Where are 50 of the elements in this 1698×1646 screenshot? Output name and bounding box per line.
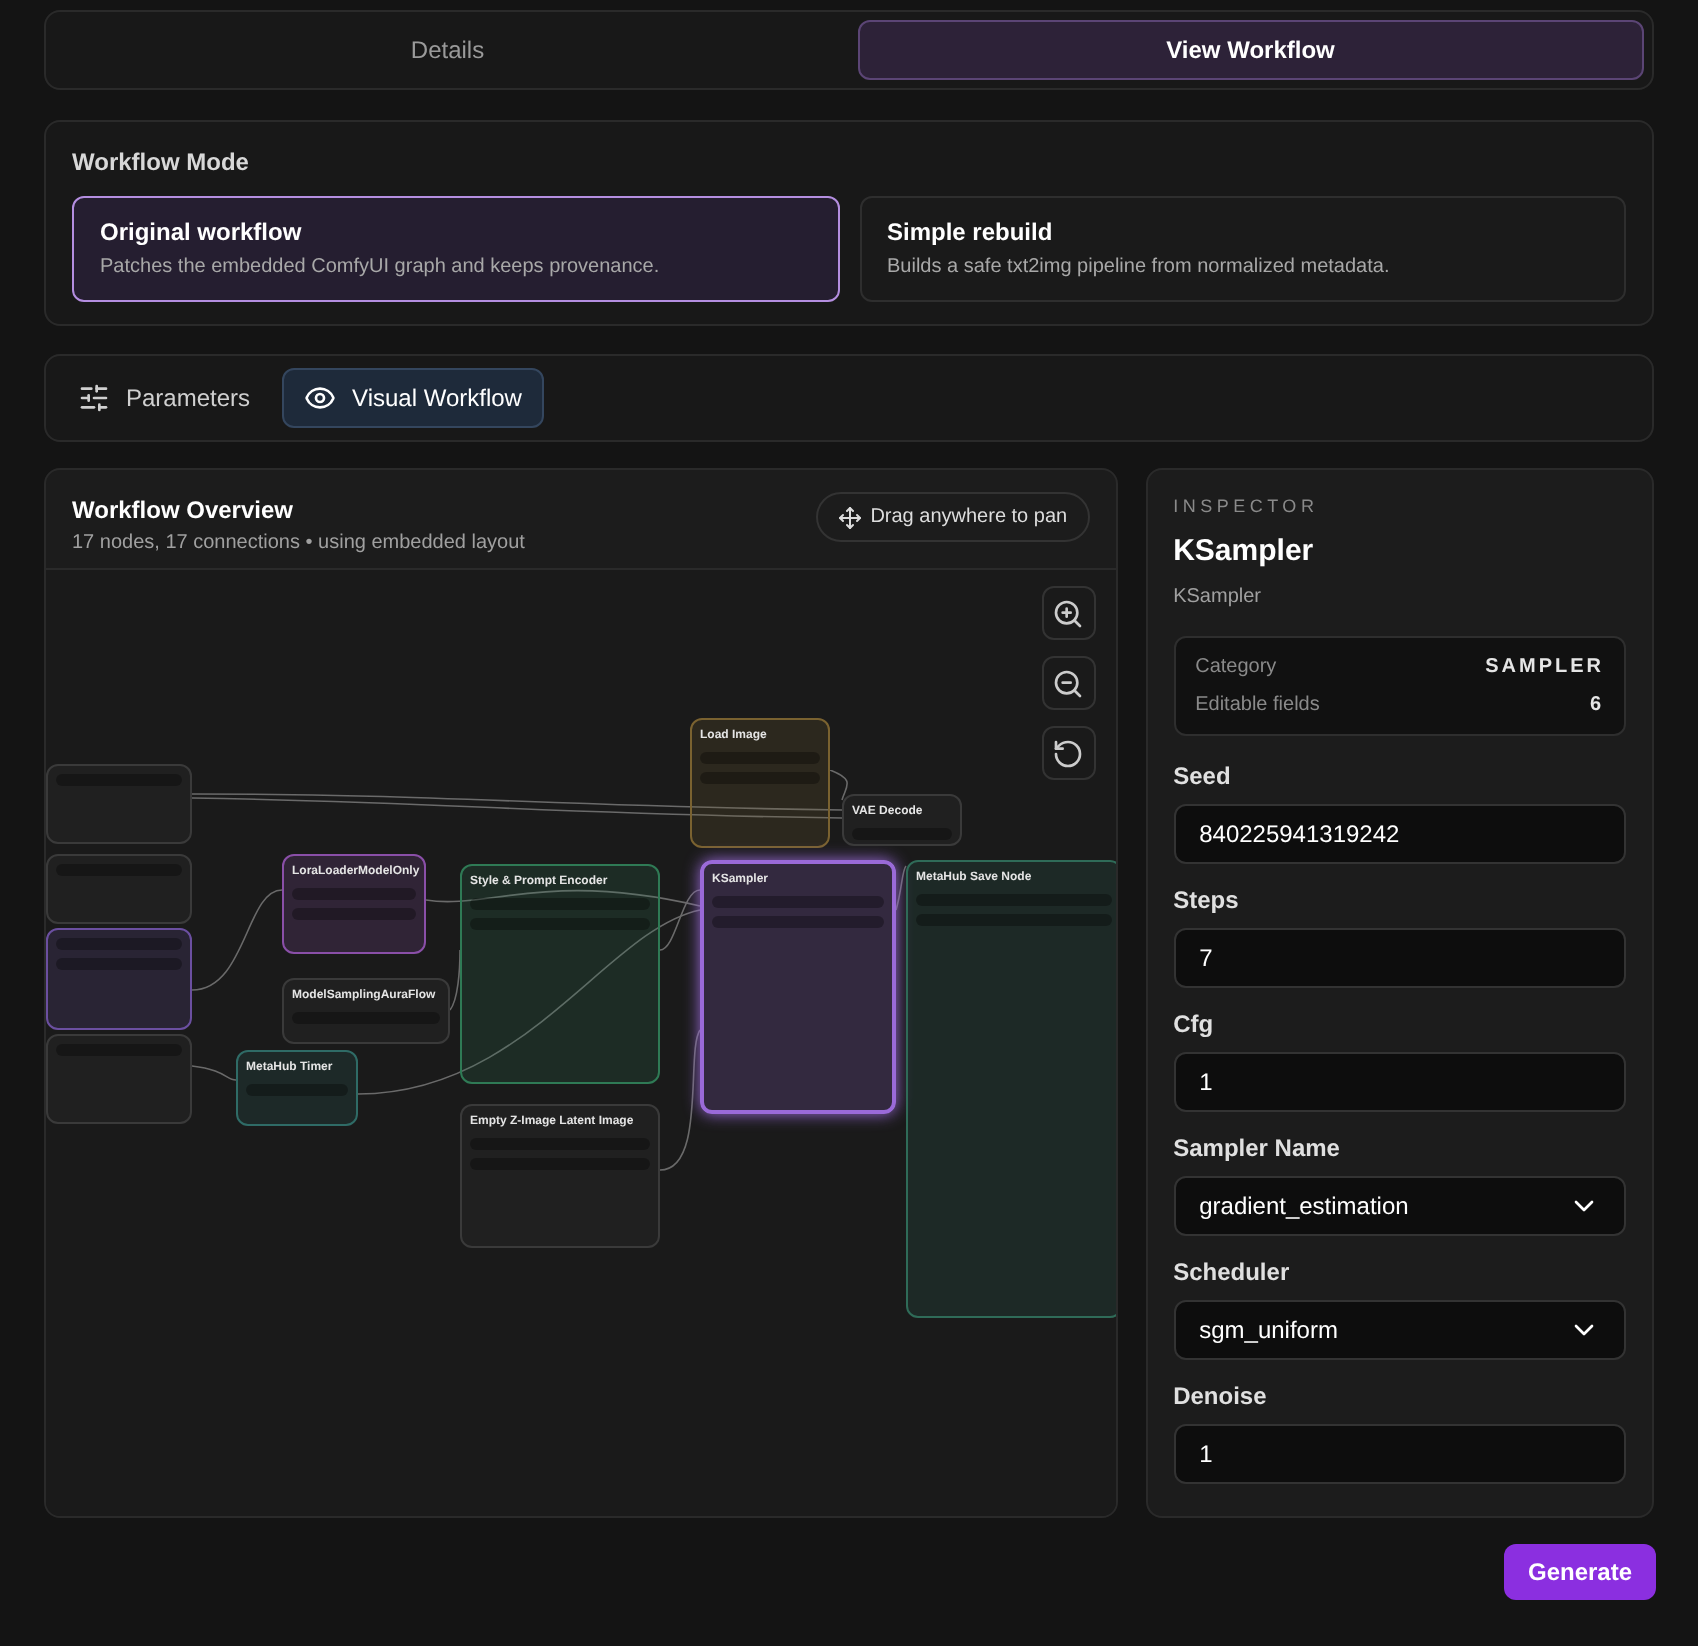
select-field[interactable]: gradient_estimation bbox=[1173, 1176, 1626, 1236]
input-field[interactable]: 1 bbox=[1173, 1424, 1626, 1484]
summary-value: 6 bbox=[1589, 692, 1604, 720]
option-description: Patches the embedded ComfyUI graph and keeps provenance. bbox=[100, 254, 662, 280]
inspector-title: KSampler bbox=[1173, 531, 1316, 571]
panel-title: Workflow Overview bbox=[72, 494, 295, 528]
input-field[interactable]: 1 bbox=[1173, 1052, 1626, 1112]
inspector-eyebrow: INSPECTOR bbox=[1173, 494, 1321, 520]
input-field[interactable]: 840225941319242 bbox=[1173, 804, 1626, 864]
zoom-out-button[interactable] bbox=[1041, 656, 1096, 710]
zoom-out-icon bbox=[1052, 667, 1085, 699]
mode-option[interactable]: Original workflow Patches the embedded ComfyUI graph and keeps provenance. bbox=[72, 196, 839, 302]
section-title: Workflow Mode bbox=[72, 148, 251, 178]
panel-subtitle: 17 nodes, 17 connections • using embedded layout bbox=[72, 530, 525, 558]
eye-icon bbox=[304, 382, 337, 414]
option-title: Simple rebuild bbox=[887, 218, 1055, 248]
input-field[interactable]: 7 bbox=[1173, 928, 1626, 988]
move-icon bbox=[838, 505, 863, 529]
field-label: Cfg bbox=[1173, 1008, 1216, 1040]
workflow-node[interactable] bbox=[46, 928, 192, 1030]
pan-hint-button[interactable]: Drag anywhere to pan bbox=[816, 492, 1090, 542]
summary-value: SAMPLER bbox=[1485, 654, 1604, 682]
sub-tab[interactable]: Visual Workflow bbox=[282, 368, 544, 428]
field-label: Seed bbox=[1173, 760, 1233, 792]
zoom-in-icon bbox=[1052, 597, 1085, 629]
field-label: Denoise bbox=[1173, 1380, 1269, 1412]
reset-icon bbox=[1052, 737, 1085, 769]
inspector-subtitle: KSampler bbox=[1173, 584, 1263, 612]
field-label: Steps bbox=[1173, 884, 1241, 916]
connector-line bbox=[895, 865, 907, 911]
mode-option[interactable]: Simple rebuild Builds a safe txt2img pipeline from normalized metadata. bbox=[859, 196, 1626, 302]
sliders-icon bbox=[78, 382, 110, 414]
view-tab[interactable]: Details bbox=[54, 20, 841, 80]
summary-label: Editable fields bbox=[1195, 692, 1320, 720]
sub-tab[interactable]: Parameters bbox=[58, 368, 271, 428]
view-tab[interactable]: View Workflow bbox=[857, 20, 1644, 80]
zoom-in-button[interactable] bbox=[1041, 586, 1096, 640]
connector-line bbox=[192, 889, 283, 991]
reset-view-button[interactable] bbox=[1041, 726, 1096, 780]
option-description: Builds a safe txt2img pipeline from normalized metadata. bbox=[887, 254, 1392, 280]
field-label: Scheduler bbox=[1173, 1256, 1292, 1288]
generate-button[interactable]: Generate bbox=[1504, 1544, 1656, 1600]
workflow-node[interactable] bbox=[46, 1034, 192, 1124]
select-field[interactable]: sgm_uniform bbox=[1173, 1300, 1626, 1360]
workflow-node[interactable] bbox=[46, 764, 192, 844]
summary-label: Category bbox=[1195, 654, 1277, 682]
workflow-node[interactable] bbox=[46, 854, 192, 924]
option-title: Original workflow bbox=[100, 218, 304, 248]
field-label: Sampler Name bbox=[1173, 1132, 1342, 1164]
connector-line bbox=[192, 1065, 237, 1081]
